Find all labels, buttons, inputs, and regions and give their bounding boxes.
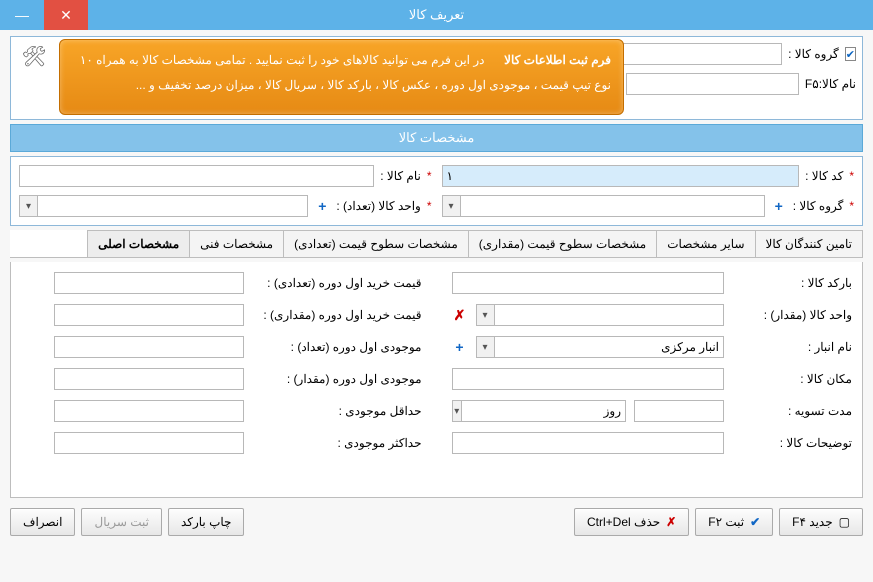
chevron-down-icon[interactable]: ▾: [452, 400, 462, 422]
chevron-down-icon[interactable]: ▾: [476, 336, 494, 358]
minimize-button[interactable]: —: [0, 0, 44, 30]
tabs: تامین کنندگان کالا سایر مشخصات مشخصات سط…: [10, 230, 863, 258]
settle-unit-combo[interactable]: [461, 400, 626, 422]
min-input[interactable]: [54, 400, 244, 422]
desc-input[interactable]: [452, 432, 725, 454]
save-button[interactable]: ✔ثبت F۲: [695, 508, 773, 536]
unitqty-label: واحد کالا (مقدار) :: [732, 308, 852, 322]
group-checkbox[interactable]: ✔: [845, 47, 856, 61]
name-input[interactable]: [626, 73, 799, 95]
inv2-input[interactable]: [54, 368, 244, 390]
cancel-button[interactable]: انصراف: [10, 508, 75, 536]
new-button[interactable]: ▢جدید F۴: [779, 508, 863, 536]
inv1-label: موجودی اول دوره (تعداد) :: [252, 340, 422, 354]
plus-icon[interactable]: +: [771, 198, 787, 214]
delete-icon[interactable]: ✗: [452, 307, 468, 324]
location-input[interactable]: [452, 368, 725, 390]
buy2-input[interactable]: [54, 304, 244, 326]
unitqty-combo[interactable]: [494, 304, 725, 326]
buy1-input[interactable]: [54, 272, 244, 294]
location-label: مکان کالا :: [732, 372, 852, 386]
section-header: مشخصات کالا: [10, 124, 863, 152]
chevron-down-icon[interactable]: ▾: [476, 304, 494, 326]
buy1-label: قیمت خرید اول دوره (تعدادی) :: [252, 276, 422, 290]
inv2-label: موجودی اول دوره (مقدار) :: [252, 372, 422, 386]
window-controls: ✕ —: [0, 0, 88, 30]
name2-label: نام کالا :: [380, 169, 421, 183]
desc-label: توضیحات کالا :: [732, 436, 852, 450]
top-panel: ✔ گروه کالا : ▾ نام کالا:F۵ فرم ثبت اطلا…: [10, 36, 863, 120]
footer: ▢جدید F۴ ✔ثبت F۲ ✗حذف Ctrl+Del چاپ بارکد…: [10, 502, 863, 542]
close-button[interactable]: ✕: [44, 0, 88, 30]
warehouse-combo[interactable]: [494, 336, 725, 358]
tab-other[interactable]: سایر مشخصات: [656, 230, 755, 257]
plus-icon[interactable]: +: [314, 198, 330, 214]
plus-icon[interactable]: +: [452, 339, 468, 355]
group2-combo[interactable]: [460, 195, 765, 217]
required-icon: *: [427, 169, 432, 183]
max-input[interactable]: [54, 432, 244, 454]
serial-button: ثبت سریال: [81, 508, 161, 536]
properties-panel: * کد کالا : * نام کالا : * گروه کالا : +…: [10, 156, 863, 226]
code-label: کد کالا :: [805, 169, 843, 183]
settle-label: مدت تسویه :: [732, 404, 852, 418]
unit-combo[interactable]: [37, 195, 308, 217]
group-label: گروه کالا :: [788, 47, 839, 61]
chevron-down-icon[interactable]: ▾: [442, 195, 460, 217]
tab-technical[interactable]: مشخصات فنی: [189, 230, 284, 257]
wrench-icon[interactable]: 🛠: [21, 43, 47, 69]
group2-label: گروه کالا :: [793, 199, 844, 213]
barcode-input[interactable]: [452, 272, 725, 294]
delete-button[interactable]: ✗حذف Ctrl+Del: [574, 508, 689, 536]
tab-content: بارکد کالا : واحد کالا (مقدار) : ▾ ✗ نام…: [10, 262, 863, 498]
buy2-label: قیمت خرید اول دوره (مقداری) :: [252, 308, 422, 322]
min-label: حداقل موجودی :: [252, 404, 422, 418]
check-icon: ✔: [750, 515, 760, 529]
required-icon: *: [427, 199, 432, 213]
tab-pricelevels-qty[interactable]: مشخصات سطوح قیمت (مقداری): [468, 230, 657, 257]
chevron-down-icon[interactable]: ▾: [19, 195, 37, 217]
tab-pricelevels-count[interactable]: مشخصات سطوح قیمت (تعدادی): [283, 230, 469, 257]
barcode-label: بارکد کالا :: [732, 276, 852, 290]
close-icon: ✗: [666, 515, 676, 529]
name-label: نام کالا:F۵: [805, 77, 856, 91]
print-barcode-button[interactable]: چاپ بارکد: [168, 508, 245, 536]
tab-suppliers[interactable]: تامین کنندگان کالا: [755, 230, 864, 257]
help-balloon: فرم ثبت اطلاعات کالا در این فرم می توانی…: [59, 39, 624, 115]
help-title: فرم ثبت اطلاعات کالا: [504, 53, 611, 67]
inv1-input[interactable]: [54, 336, 244, 358]
required-icon: *: [849, 169, 854, 183]
required-icon: *: [849, 199, 854, 213]
max-label: حداکثر موجودی :: [252, 436, 422, 450]
window-titlebar: تعریف کالا ✕ —: [0, 0, 873, 30]
window-title: تعریف کالا: [409, 7, 464, 23]
unit-label: واحد کالا (تعداد) :: [336, 199, 421, 213]
warehouse-label: نام انبار :: [732, 340, 852, 354]
settle-input[interactable]: [634, 400, 724, 422]
name2-input[interactable]: [19, 165, 374, 187]
page-icon: ▢: [839, 515, 850, 529]
group-combo[interactable]: [617, 43, 782, 65]
tab-main[interactable]: مشخصات اصلی: [87, 230, 190, 257]
code-input[interactable]: [442, 165, 800, 187]
